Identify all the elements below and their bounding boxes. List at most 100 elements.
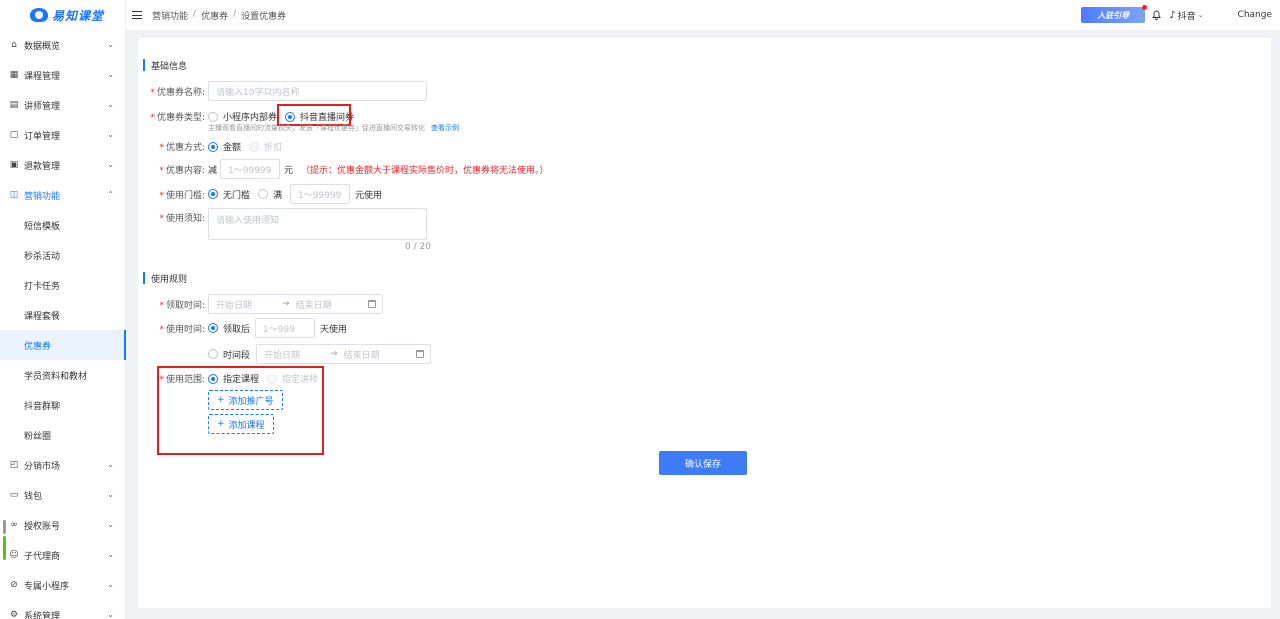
chevron-down-icon: ⌄: [107, 130, 114, 139]
sidebar-nav: ⌂ 数据概览 ⌄ ▦ 课程管理 ⌄ ▤ 讲师管理 ⌄ ▢ 订单管理 ⌄ ▣ 退款…: [0, 30, 126, 619]
menu-toggle-icon[interactable]: [132, 11, 142, 19]
receive-date-range-picker[interactable]: 开始日期 → 结束日期: [208, 294, 383, 314]
tiktok-icon: ♪: [1169, 9, 1176, 21]
method-amount-radio[interactable]: 金额: [208, 140, 241, 153]
sidebar-item-wallet[interactable]: ▭ 钱包 ⌄: [0, 480, 126, 510]
chevron-up-icon: ⌃: [107, 190, 114, 199]
sidebar-subitem-materials[interactable]: 学员资料和教材: [0, 360, 126, 390]
threshold-suffix: 元使用: [355, 190, 383, 201]
scrollbar-track[interactable]: [3, 520, 6, 534]
sidebar-item-overview[interactable]: ⌂ 数据概览 ⌄: [0, 30, 126, 60]
top-header: 营销功能 / 优惠券 / 设置优惠券 入驻引导 ♪ 抖音 ⌄ Change: [126, 0, 1280, 30]
scrollbar-thumb[interactable]: [3, 536, 6, 560]
sidebar-item-label: 系统管理: [24, 611, 61, 619]
brand-logo[interactable]: 易知课堂: [0, 0, 125, 30]
threshold-amount-input[interactable]: 1～99999: [290, 184, 351, 204]
add-promoter-button[interactable]: + 添加推广号: [208, 390, 283, 410]
use-period-row: 时间段 开始日期 → 结束日期: [208, 344, 432, 364]
use-date-range-picker[interactable]: 开始日期 → 结束日期: [256, 344, 432, 364]
account-switcher[interactable]: ♪ 抖音 ⌄: [1169, 9, 1203, 22]
usage-notice-label: * 使用须知:: [159, 214, 205, 224]
scope-course-radio[interactable]: 指定课程: [208, 372, 259, 385]
valid-days-input[interactable]: 1～999: [255, 318, 316, 338]
discount-amount-input[interactable]: 1～99999: [220, 159, 281, 179]
calendar-icon: [416, 350, 425, 358]
sidebar-subitem-flash-sale[interactable]: 秒杀活动: [0, 240, 126, 270]
coupon-name-input[interactable]: 请输入10字以内名称: [208, 81, 427, 101]
breadcrumb-separator: /: [193, 8, 197, 19]
usage-notice-textarea[interactable]: 请输入使用须知: [208, 208, 427, 240]
sidebar-item-label: 营销功能: [24, 191, 61, 202]
sidebar-item-marketing[interactable]: ◫ 营销功能 ⌃: [0, 180, 126, 210]
bell-icon[interactable]: [1151, 10, 1161, 20]
onboarding-guide-button[interactable]: 入驻引导: [1081, 5, 1148, 23]
link-icon: ∞: [10, 520, 18, 530]
chevron-down-icon: ⌄: [107, 490, 114, 499]
confirm-save-button[interactable]: 确认保存: [659, 451, 747, 475]
sidebar-item-label: 授权账号: [24, 521, 61, 532]
chevron-down-icon: ⌄: [107, 460, 114, 469]
end-date-placeholder: 结束日期: [295, 300, 332, 311]
sidebar-item-authorized-accounts[interactable]: ∞ 授权账号 ⌄: [0, 510, 126, 540]
sidebar-item-label: 讲师管理: [24, 101, 61, 112]
receive-time-row: * 领取时间: 开始日期 → 结束日期: [138, 294, 383, 314]
usage-scope-row: * 使用范围: 指定课程 指定讲师: [138, 372, 326, 385]
sidebar-item-courses[interactable]: ▦ 课程管理 ⌄: [0, 60, 126, 90]
sidebar-subitem-sms[interactable]: 短信模板: [0, 210, 126, 240]
sidebar-subitem-label: 短信模板: [24, 221, 61, 232]
sidebar-item-mini-program[interactable]: ⊘ 专属小程序 ⌄: [0, 570, 126, 600]
order-icon: ▢: [9, 130, 19, 140]
sidebar-item-sub-agents[interactable]: ☺ 子代理商 ⌄: [0, 540, 126, 570]
sidebar-subitem-label: 秒杀活动: [24, 251, 61, 262]
wallet-icon: ▭: [9, 490, 19, 500]
coupon-name-label: * 优惠券名称:: [150, 87, 205, 98]
discount-method-label: * 优惠方式:: [159, 143, 205, 153]
use-after-receive-radio[interactable]: 领取后: [208, 322, 250, 335]
breadcrumb-separator: /: [233, 8, 237, 19]
threshold-none-radio[interactable]: 无门槛: [208, 188, 250, 201]
scope-lecturer-radio[interactable]: 指定讲师: [267, 372, 318, 385]
sidebar-subitem-douyin-group[interactable]: 抖音群聊: [0, 390, 126, 420]
plus-icon: +: [217, 395, 225, 405]
breadcrumb-item[interactable]: 优惠券: [201, 9, 228, 22]
sidebar-item-orders[interactable]: ▢ 订单管理 ⌄: [0, 120, 126, 150]
gear-icon: ⚙: [9, 610, 19, 619]
sidebar-item-system[interactable]: ⚙ 系统管理 ⌄: [0, 600, 126, 619]
use-period-radio[interactable]: 时间段: [208, 348, 250, 361]
receive-time-label: * 领取时间:: [159, 300, 205, 311]
sidebar-item-label: 订单管理: [24, 131, 61, 142]
method-discount-radio[interactable]: 折扣: [249, 140, 282, 153]
sidebar-item-lecturers[interactable]: ▤ 讲师管理 ⌄: [0, 90, 126, 120]
sidebar-item-label: 数据概览: [24, 41, 61, 52]
chevron-down-icon: ⌄: [107, 580, 114, 589]
sidebar-subitem-coupons[interactable]: 优惠券: [0, 330, 126, 360]
id-card-icon: ▤: [9, 100, 19, 110]
store-icon: ◰: [9, 460, 19, 470]
sidebar-subitem-checkin[interactable]: 打卡任务: [0, 270, 126, 300]
coupon-type-label: * 优惠券类型:: [150, 113, 205, 123]
grid-icon: ▦: [9, 70, 19, 80]
use-time-label: * 使用时间:: [159, 324, 205, 335]
usage-threshold-row: * 使用门槛: 无门槛 满 1～99999 元使用: [138, 184, 382, 204]
threshold-min-radio[interactable]: 满: [258, 188, 282, 201]
notification-dot: [1142, 5, 1148, 10]
users-icon: ☺: [9, 550, 19, 560]
sidebar-item-refunds[interactable]: ▣ 退款管理 ⌄: [0, 150, 126, 180]
sidebar-subitem-fan-circle[interactable]: 粉丝圈: [0, 420, 126, 450]
view-example-link[interactable]: 查看示例: [431, 124, 459, 132]
section-title-rules: 使用规则: [143, 272, 187, 285]
change-button[interactable]: Change: [1238, 10, 1272, 20]
sidebar-subitem-label: 粉丝圈: [24, 431, 52, 442]
sidebar-item-label: 子代理商: [24, 551, 61, 562]
coupon-type-miniprogram-radio[interactable]: 小程序内部券: [208, 110, 277, 123]
chevron-down-icon: ⌄: [107, 520, 114, 529]
discount-warning: （提示：优惠金额大于课程实际售价时，优惠券将无法使用。）: [301, 165, 549, 176]
breadcrumb-item[interactable]: 营销功能: [152, 9, 188, 22]
chevron-down-icon: ⌄: [107, 100, 114, 109]
sidebar-subitem-bundle[interactable]: 课程套餐: [0, 300, 126, 330]
sidebar-subitem-label: 优惠券: [24, 341, 52, 352]
add-course-button[interactable]: + 添加课程: [208, 414, 274, 434]
sidebar-item-distribution[interactable]: ◰ 分销市场 ⌄: [0, 450, 126, 480]
sidebar-item-label: 退款管理: [24, 161, 61, 172]
sidebar: 易知课堂 ⌂ 数据概览 ⌄ ▦ 课程管理 ⌄ ▤ 讲师管理 ⌄ ▢ 订单管理 ⌄…: [0, 0, 126, 619]
